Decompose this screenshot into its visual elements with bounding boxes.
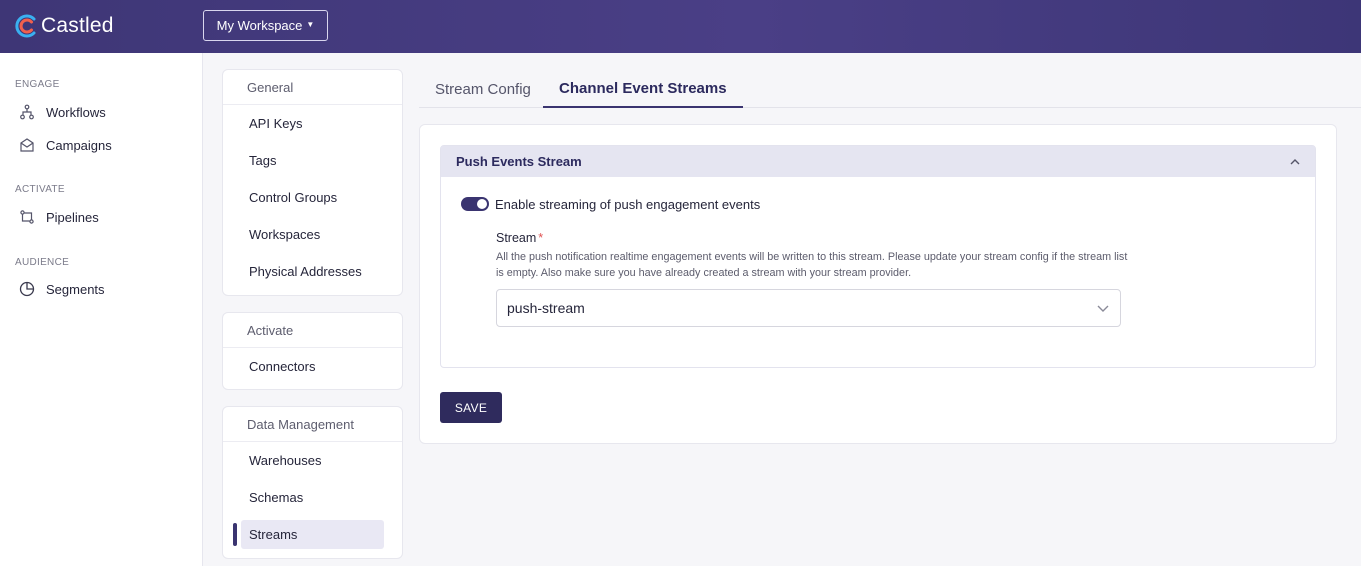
- stream-help-text: All the push notification realtime engag…: [496, 251, 1128, 279]
- tab-channel-event-streams[interactable]: Channel Event Streams: [543, 70, 743, 108]
- settings-card-activate: Activate Connectors: [222, 312, 403, 390]
- nav-section-audience: AUDIENCE: [15, 257, 70, 268]
- settings-item-connectors[interactable]: Connectors: [223, 348, 402, 385]
- settings-item-tags[interactable]: Tags: [223, 142, 402, 179]
- left-navigation: [0, 53, 203, 566]
- enable-streaming-toggle[interactable]: [461, 197, 489, 211]
- toggle-label: Enable streaming of push engagement even…: [495, 197, 761, 212]
- workspace-button-label: My Workspace: [216, 18, 303, 33]
- settings-item-workspaces[interactable]: Workspaces: [223, 216, 402, 253]
- settings-item-api-keys[interactable]: API Keys: [223, 105, 402, 142]
- settings-item-streams[interactable]: Streams: [223, 516, 402, 553]
- settings-item-control-groups[interactable]: Control Groups: [223, 179, 402, 216]
- segments-icon: [19, 281, 35, 297]
- nav-item-segments[interactable]: Segments: [19, 278, 105, 300]
- campaign-icon: [20, 138, 34, 152]
- nav-item-label: Segments: [46, 281, 105, 297]
- tab-stream-config[interactable]: Stream Config: [419, 70, 547, 108]
- save-button[interactable]: SAVE: [440, 392, 502, 423]
- card-header-general: General: [223, 70, 402, 105]
- toggle-knob: [477, 199, 487, 209]
- settings-item-physical-addresses[interactable]: Physical Addresses: [223, 253, 402, 290]
- settings-card-data-management: Data Management Warehouses Schemas Strea…: [222, 406, 403, 559]
- required-marker: *: [538, 231, 544, 245]
- settings-card-general: General API Keys Tags Control Groups Wor…: [222, 69, 403, 296]
- workspace-dropdown-button[interactable]: My Workspace ▼: [203, 10, 328, 41]
- nav-item-pipelines[interactable]: Pipelines: [19, 206, 99, 228]
- nav-item-label: Workflows: [46, 104, 106, 120]
- stream-select-value: push-stream: [507, 300, 585, 316]
- nav-item-label: Campaigns: [46, 137, 112, 153]
- card-header-activate: Activate: [223, 313, 402, 348]
- card-header-data-management: Data Management: [223, 407, 402, 442]
- nav-item-label: Pipelines: [46, 209, 99, 225]
- settings-item-warehouses[interactable]: Warehouses: [223, 442, 402, 479]
- settings-item-schemas[interactable]: Schemas: [223, 479, 402, 516]
- nav-item-workflows[interactable]: Workflows: [19, 101, 106, 123]
- accordion-header[interactable]: Push Events Stream: [441, 146, 1315, 177]
- pipeline-icon: [20, 210, 34, 224]
- caret-down-icon: ▼: [306, 20, 315, 29]
- brand-name: Castled: [41, 14, 114, 37]
- active-indicator: [233, 523, 237, 546]
- stream-field-label: Stream *: [496, 231, 544, 245]
- top-bar: Castled My Workspace ▼: [0, 0, 1361, 53]
- stream-select[interactable]: push-stream: [496, 289, 1121, 327]
- chevron-up-icon[interactable]: [1289, 156, 1301, 168]
- nav-section-engage: ENGAGE: [15, 79, 60, 90]
- nav-section-activate: ACTIVATE: [15, 184, 65, 195]
- castled-logo-icon: [15, 14, 36, 38]
- nav-item-campaigns[interactable]: Campaigns: [19, 134, 112, 156]
- brand-logo[interactable]: Castled: [14, 11, 114, 41]
- chevron-down-icon: [1097, 305, 1109, 312]
- accordion-title: Push Events Stream: [456, 154, 582, 169]
- tab-bar: Stream Config Channel Event Streams: [419, 70, 1361, 108]
- workflow-icon: [20, 104, 34, 120]
